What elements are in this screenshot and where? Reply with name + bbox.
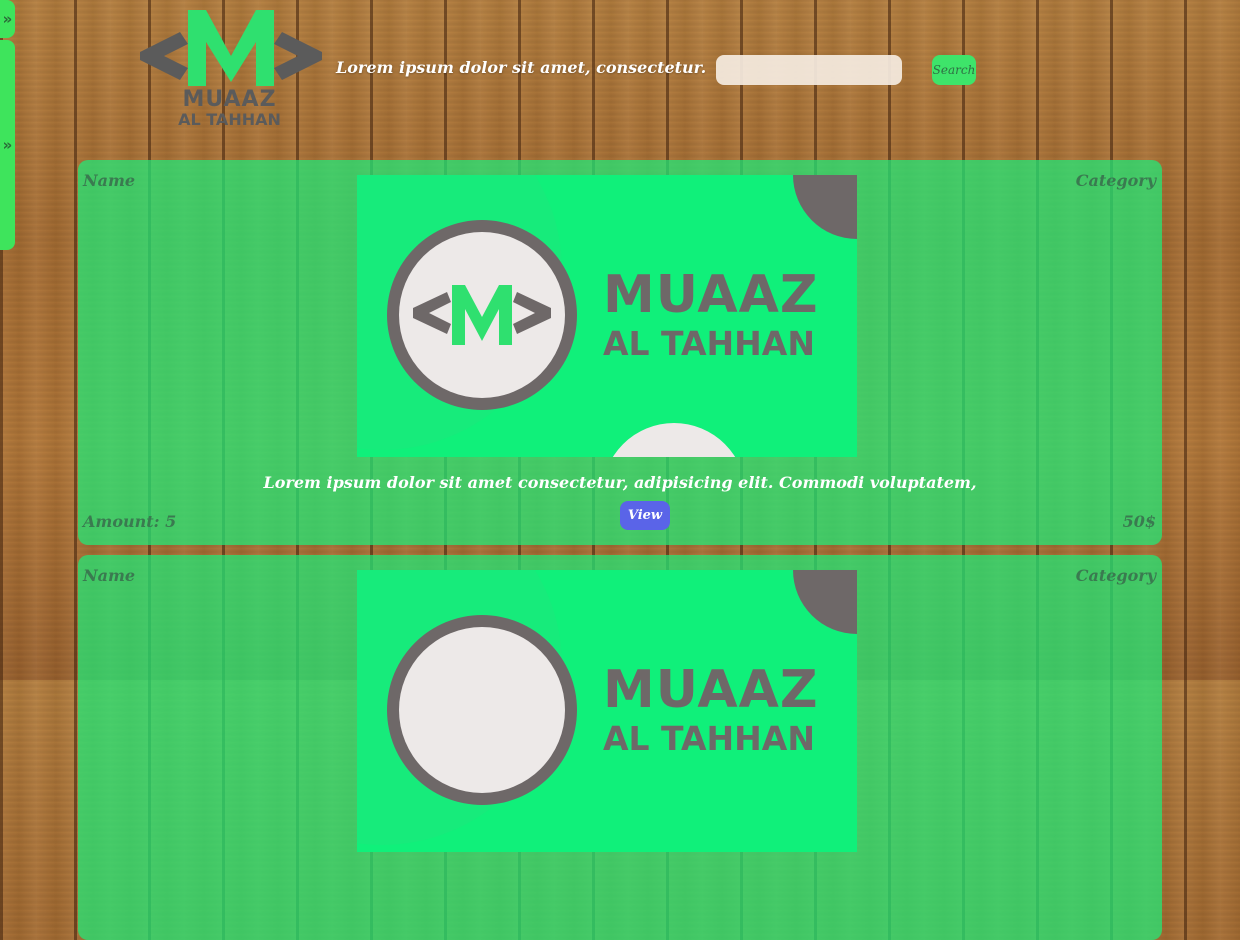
- image-logo-line1: MUAAZ: [603, 660, 819, 720]
- double-chevron-right-icon: »: [2, 10, 13, 28]
- image-logo-line2: AL TAHHAN: [603, 324, 815, 363]
- product-category: Category: [1075, 566, 1156, 585]
- product-price: 50$: [1122, 512, 1156, 531]
- logo-line2: AL TAHHAN: [178, 110, 281, 129]
- logo-left-bracket: [140, 32, 188, 80]
- product-name: Name: [83, 566, 136, 585]
- product-card: Name Category MUAAZ AL TAHHAN: [78, 555, 1162, 940]
- logo-right-bracket: [274, 32, 322, 80]
- sidebar-toggle-top[interactable]: »: [0, 0, 15, 38]
- sidebar-toggle-side[interactable]: »: [0, 40, 15, 250]
- logo-wordmark: MUAAZ AL TAHHAN: [172, 87, 287, 130]
- search-input[interactable]: [716, 55, 902, 85]
- search-button[interactable]: Search: [932, 55, 976, 85]
- product-category: Category: [1075, 171, 1156, 190]
- product-image[interactable]: MUAAZ AL TAHHAN: [357, 175, 857, 457]
- image-logo-line2: AL TAHHAN: [603, 719, 815, 758]
- product-image[interactable]: MUAAZ AL TAHHAN: [357, 570, 857, 852]
- logo-line1: MUAAZ: [182, 87, 277, 112]
- product-description: Lorem ipsum dolor sit amet consectetur, …: [263, 473, 977, 492]
- product-name: Name: [83, 171, 136, 190]
- logo-m-shape: [188, 10, 274, 86]
- header-tagline: Lorem ipsum dolor sit amet, consectetur.: [336, 58, 707, 77]
- view-button[interactable]: View: [620, 501, 670, 530]
- product-card: Name Category MUAAZ AL TAHHAN Lorem ipsu…: [78, 160, 1162, 545]
- double-chevron-right-icon: »: [2, 136, 13, 154]
- image-logo-line1: MUAAZ: [603, 265, 819, 325]
- product-amount: Amount: 5: [83, 512, 177, 531]
